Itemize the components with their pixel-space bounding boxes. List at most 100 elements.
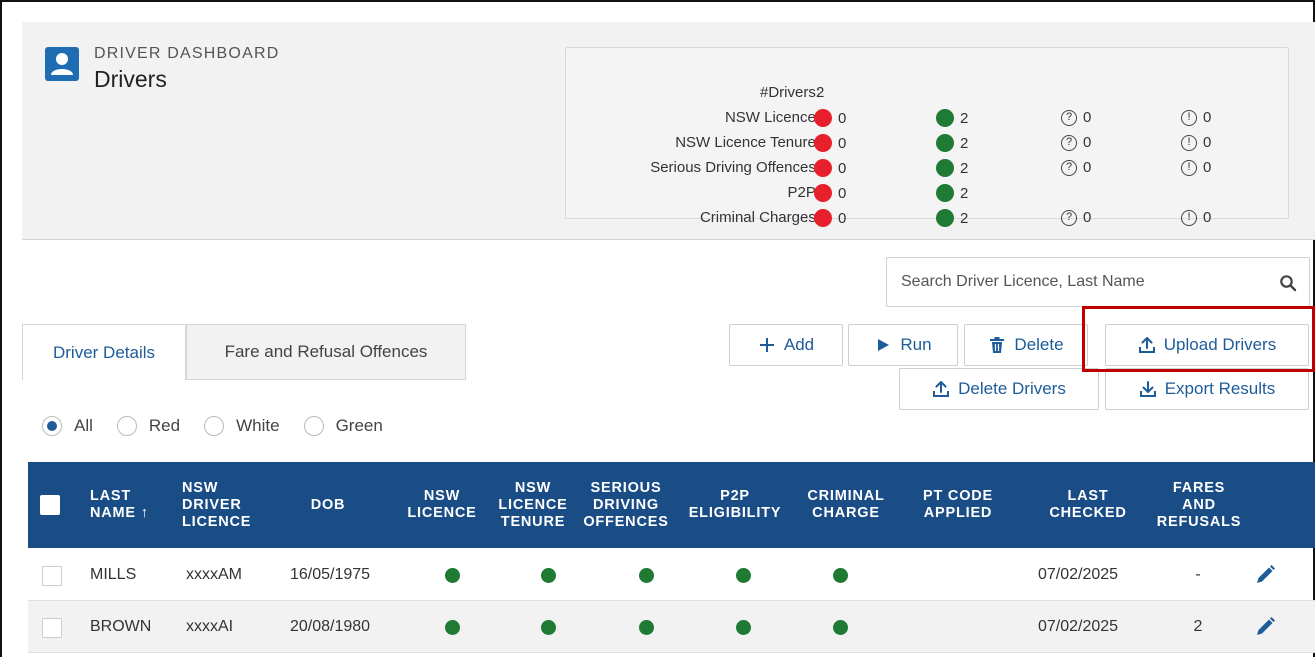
- cell-licence-tenure: [538, 549, 558, 601]
- cell-dob: 20/08/1980: [290, 618, 371, 635]
- search-input[interactable]: [901, 270, 1261, 294]
- column-header-pt-code-applied[interactable]: PT CODE APPLIED: [908, 462, 1008, 548]
- green-dot-icon: [832, 619, 848, 635]
- summary-red-count: 0: [814, 134, 846, 152]
- summary-row: NSW Licence Tenure: 0 2 ? 0 ! 0: [566, 132, 1290, 156]
- summary-box: #Drivers: 2 NSW Licence: 0 2 ? 0 ! 0 NSW L…: [565, 47, 1290, 227]
- upload-drivers-label: Upload Drivers: [1163, 335, 1277, 354]
- summary-info-count: ! 0: [1181, 159, 1211, 176]
- dashboard-eyebrow: DRIVER DASHBOARD: [94, 45, 280, 62]
- column-header-serious-driving-offences[interactable]: SERIOUS DRIVING OFFENCES: [578, 462, 674, 548]
- edit-button[interactable]: [1254, 549, 1276, 601]
- summary-unknown-count: ? 0: [1061, 134, 1091, 151]
- column-header-criminal-charge[interactable]: CRIMINAL CHARGE: [796, 462, 896, 548]
- column-header-licence-tenure[interactable]: NSW LICENCE TENURE: [490, 462, 576, 548]
- tab-fare-and-refusal-offences[interactable]: Fare and Refusal Offences: [186, 324, 466, 380]
- cell-licence-tenure: [538, 601, 558, 653]
- green-dot-icon: [638, 619, 654, 635]
- delete-button-label: Delete: [1014, 335, 1064, 354]
- filter-red[interactable]: Red: [116, 416, 180, 436]
- radio-button[interactable]: [116, 416, 137, 436]
- search-box: [886, 257, 1310, 307]
- column-header-p2p-eligibility[interactable]: P2P ELIGIBILITY: [678, 462, 792, 548]
- row-checkbox[interactable]: [42, 618, 62, 638]
- radio-button[interactable]: [42, 416, 62, 436]
- summary-info-count: ! 0: [1181, 209, 1211, 226]
- cell-last-name: MILLS: [90, 566, 137, 583]
- summary-row: NSW Licence: 0 2 ? 0 ! 0: [566, 107, 1290, 131]
- summary-green-count: 2: [936, 184, 968, 202]
- exclamation-circle-icon: !: [1181, 109, 1197, 126]
- summary-red-count: 0: [814, 109, 846, 127]
- run-button-label: Run: [900, 335, 932, 354]
- edit-button[interactable]: [1254, 601, 1276, 653]
- green-dot-icon: [936, 159, 954, 177]
- header-panel: DRIVER DASHBOARD Drivers #Drivers: 2 NSW…: [22, 22, 1315, 240]
- filter-all[interactable]: All: [42, 416, 93, 436]
- column-header-fares-and-refusals[interactable]: FARES AND REFUSALS: [1154, 462, 1244, 548]
- cell-p2p-eligibility: [733, 549, 753, 601]
- upload-icon: [933, 381, 950, 397]
- tab-driver-details[interactable]: Driver Details: [22, 324, 186, 380]
- delete-drivers-label: Delete Drivers: [958, 379, 1066, 398]
- add-button[interactable]: Add: [729, 324, 843, 366]
- column-header-last-name[interactable]: LAST NAME ↑: [90, 462, 170, 548]
- radio-button[interactable]: [204, 416, 225, 436]
- cell-serious-driving-offences: [636, 549, 656, 601]
- cell-last-name: BROWN: [90, 618, 152, 635]
- summary-info-count: ! 0: [1181, 134, 1211, 151]
- summary-green-count: 2: [936, 209, 968, 227]
- table-row[interactable]: MILLS xxxxAM 16/05/1975 07/02/2025 -: [28, 549, 1315, 601]
- user-icon: [45, 47, 79, 81]
- cell-criminal-charge: [830, 549, 850, 601]
- search-icon[interactable]: [1279, 274, 1297, 292]
- delete-button[interactable]: Delete: [964, 324, 1088, 366]
- column-header-driver-licence[interactable]: NSW DRIVER LICENCE: [182, 462, 272, 548]
- summary-unknown-count: ? 0: [1061, 209, 1091, 226]
- green-dot-icon: [444, 619, 460, 635]
- run-button[interactable]: Run: [848, 324, 958, 366]
- question-circle-icon: ?: [1061, 134, 1077, 151]
- summary-label: Criminal Charges:: [699, 209, 820, 226]
- exclamation-circle-icon: !: [1181, 209, 1197, 226]
- summary-red-count: 0: [814, 184, 846, 202]
- cell-fares-and-refusals: 2: [1193, 618, 1203, 635]
- row-checkbox[interactable]: [42, 566, 62, 586]
- red-dot-icon: [814, 184, 832, 202]
- table-row[interactable]: BROWN xxxxAI 20/08/1980 07/02/2025 2: [28, 601, 1315, 653]
- add-button-label: Add: [783, 335, 815, 354]
- delete-drivers-button[interactable]: Delete Drivers: [899, 368, 1099, 410]
- exclamation-circle-icon: !: [1181, 159, 1197, 176]
- column-header-nsw-licence[interactable]: NSW LICENCE: [398, 462, 486, 548]
- question-circle-icon: ?: [1061, 209, 1077, 226]
- export-results-button[interactable]: Export Results: [1105, 368, 1309, 410]
- radio-button[interactable]: [303, 416, 324, 436]
- green-dot-icon: [936, 109, 954, 127]
- cell-nsw-licence: [442, 549, 462, 601]
- red-dot-icon: [814, 209, 832, 227]
- question-circle-icon: ?: [1061, 109, 1077, 126]
- plus-icon: [759, 338, 774, 352]
- column-header-dob[interactable]: DOB: [286, 462, 370, 548]
- download-icon: [1139, 381, 1156, 397]
- red-dot-icon: [814, 134, 832, 152]
- upload-icon: [1138, 337, 1155, 353]
- filter-white[interactable]: White: [204, 416, 280, 436]
- summary-row: Criminal Charges: 0 2 ? 0 ! 0: [566, 207, 1290, 231]
- filter-green[interactable]: Green: [303, 416, 383, 436]
- red-dot-icon: [814, 109, 832, 127]
- trash-icon: [990, 337, 1005, 353]
- red-dot-icon: [814, 159, 832, 177]
- green-dot-icon: [540, 567, 556, 583]
- column-header-last-checked[interactable]: LAST CHECKED: [1038, 462, 1138, 548]
- pencil-icon[interactable]: [1254, 616, 1276, 638]
- table-header: LAST NAME ↑ NSW DRIVER LICENCE DOB NSW L…: [28, 462, 1315, 548]
- pencil-icon[interactable]: [1254, 564, 1276, 586]
- green-dot-icon: [936, 184, 954, 202]
- green-dot-icon: [936, 134, 954, 152]
- upload-drivers-button[interactable]: Upload Drivers: [1105, 324, 1309, 366]
- summary-drivers-count: 2: [816, 84, 825, 101]
- summary-row: P2P: 0 2: [566, 182, 1290, 206]
- select-all-checkbox[interactable]: [40, 495, 60, 515]
- summary-row: Serious Driving Offences: 0 2 ? 0 ! 0: [566, 157, 1290, 181]
